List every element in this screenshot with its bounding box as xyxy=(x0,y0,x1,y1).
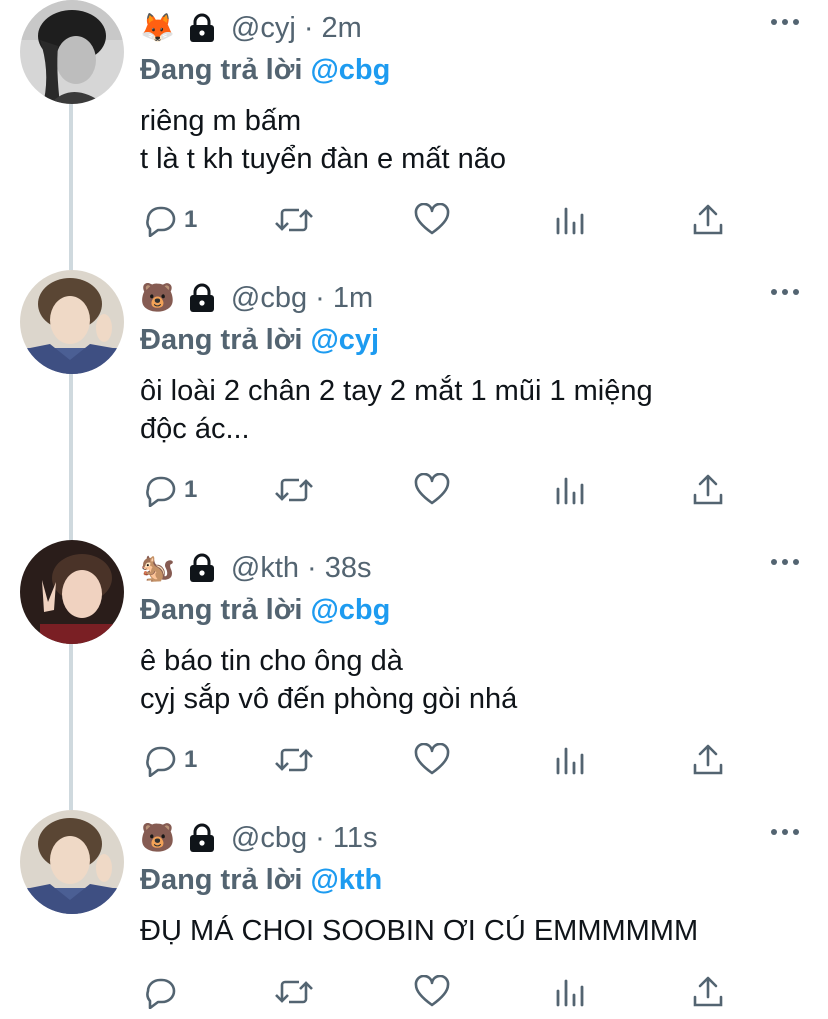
more-options-icon[interactable] xyxy=(770,554,800,565)
replying-to-handle[interactable]: @cbg xyxy=(310,54,390,86)
retweet-button[interactable] xyxy=(274,972,314,1012)
share-icon xyxy=(692,743,724,777)
retweet-icon xyxy=(274,743,314,777)
heart-icon xyxy=(414,203,450,237)
tweet-text: ôi loài 2 chân 2 tay 2 mắt 1 mũi 1 miệng… xyxy=(140,375,653,445)
heart-icon xyxy=(414,473,450,507)
tweet-actions: 1 xyxy=(140,740,740,780)
avatar[interactable] xyxy=(20,540,124,644)
avatar[interactable] xyxy=(20,270,124,374)
tweet-actions xyxy=(140,972,740,1012)
tweet[interactable]: 🐻 @cbg · 11s Đang trả lời @kth ĐỤ MÁ CHO… xyxy=(0,810,828,1019)
tweet-text: ê báo tin cho ông dà cyj sắp vô đến phòn… xyxy=(140,645,518,715)
reply-icon xyxy=(142,743,178,777)
user-emoji: 🐻 xyxy=(140,821,175,854)
replying-to-label: Đang trả lời xyxy=(140,864,303,896)
share-button[interactable] xyxy=(692,470,724,510)
retweet-icon xyxy=(274,473,314,507)
share-icon xyxy=(692,203,724,237)
reply-button[interactable]: 1 xyxy=(142,470,197,510)
like-button[interactable] xyxy=(414,200,450,240)
like-button[interactable] xyxy=(414,972,450,1012)
reply-count: 1 xyxy=(184,746,198,773)
tweet-header: 🐻 @cbg · 11s xyxy=(140,820,377,856)
retweet-button[interactable] xyxy=(274,740,314,780)
replying-to-handle[interactable]: @cbg xyxy=(310,594,390,626)
analytics-icon xyxy=(554,203,586,237)
replying-to-label: Đang trả lời xyxy=(140,324,303,356)
tweet-actions: 1 xyxy=(140,200,740,240)
retweet-icon xyxy=(274,975,314,1009)
share-button[interactable] xyxy=(692,740,724,780)
analytics-icon xyxy=(554,473,586,507)
heart-icon xyxy=(414,743,450,777)
reply-button[interactable] xyxy=(142,972,184,1012)
share-button[interactable] xyxy=(692,200,724,240)
lock-icon xyxy=(189,13,215,43)
replying-to: Đang trả lời @kth xyxy=(140,864,382,897)
tweet-header: 🐿️ @kth · 38s xyxy=(140,550,372,586)
user-emoji: 🐻 xyxy=(140,281,175,314)
share-icon xyxy=(692,975,724,1009)
tweet-header: 🐻 @cbg · 1m xyxy=(140,280,373,316)
analytics-icon xyxy=(554,743,586,777)
tweet-thread: 🦊 @cyj · 2m Đang trả lời @cbg riêng m bấ… xyxy=(0,0,828,1019)
replying-to-label: Đang trả lời xyxy=(140,54,303,86)
views-button[interactable] xyxy=(554,972,586,1012)
tweet-header: 🦊 @cyj · 2m xyxy=(140,10,362,46)
tweet-handle-time[interactable]: @cbg · 11s xyxy=(231,822,378,855)
lock-icon xyxy=(189,283,215,313)
share-button[interactable] xyxy=(692,972,724,1012)
more-options-icon[interactable] xyxy=(770,824,800,835)
user-emoji: 🐿️ xyxy=(140,551,175,584)
like-button[interactable] xyxy=(414,740,450,780)
replying-to: Đang trả lời @cbg xyxy=(140,594,390,627)
reply-icon xyxy=(142,473,178,507)
tweet-handle-time[interactable]: @cbg · 1m xyxy=(231,282,373,315)
reply-count: 1 xyxy=(184,476,198,503)
heart-icon xyxy=(414,975,450,1009)
replying-to-handle[interactable]: @kth xyxy=(310,864,382,896)
retweet-button[interactable] xyxy=(274,200,314,240)
reply-button[interactable]: 1 xyxy=(142,200,197,240)
replying-to-label: Đang trả lời xyxy=(140,594,303,626)
tweet[interactable]: 🐻 @cbg · 1m Đang trả lời @cyj ôi loài 2 … xyxy=(0,270,828,540)
replying-to-handle[interactable]: @cyj xyxy=(310,324,379,356)
tweet-actions: 1 xyxy=(140,470,740,510)
tweet[interactable]: 🦊 @cyj · 2m Đang trả lời @cbg riêng m bấ… xyxy=(0,0,828,270)
replying-to: Đang trả lời @cyj xyxy=(140,324,379,357)
views-button[interactable] xyxy=(554,470,586,510)
reply-button[interactable]: 1 xyxy=(142,740,197,780)
tweet-text: ĐỤ MÁ CHOI SOOBIN ƠI CÚ EMMMMMM xyxy=(140,915,699,947)
reply-icon xyxy=(142,975,178,1009)
replying-to: Đang trả lời @cbg xyxy=(140,54,390,87)
user-emoji: 🦊 xyxy=(140,11,175,44)
reply-count: 1 xyxy=(184,206,198,233)
lock-icon xyxy=(189,553,215,583)
tweet-handle-time[interactable]: @kth · 38s xyxy=(231,552,372,585)
more-options-icon[interactable] xyxy=(770,14,800,25)
tweet-text: riêng m bấm t là t kh tuyển đàn e mất nã… xyxy=(140,105,506,175)
more-options-icon[interactable] xyxy=(770,284,800,295)
like-button[interactable] xyxy=(414,470,450,510)
retweet-button[interactable] xyxy=(274,470,314,510)
tweet[interactable]: 🐿️ @kth · 38s Đang trả lời @cbg ê báo ti… xyxy=(0,540,828,810)
share-icon xyxy=(692,473,724,507)
avatar[interactable] xyxy=(20,810,124,914)
tweet-handle-time[interactable]: @cyj · 2m xyxy=(231,12,362,45)
lock-icon xyxy=(189,823,215,853)
reply-icon xyxy=(142,203,178,237)
retweet-icon xyxy=(274,203,314,237)
views-button[interactable] xyxy=(554,740,586,780)
views-button[interactable] xyxy=(554,200,586,240)
analytics-icon xyxy=(554,975,586,1009)
avatar[interactable] xyxy=(20,0,124,104)
